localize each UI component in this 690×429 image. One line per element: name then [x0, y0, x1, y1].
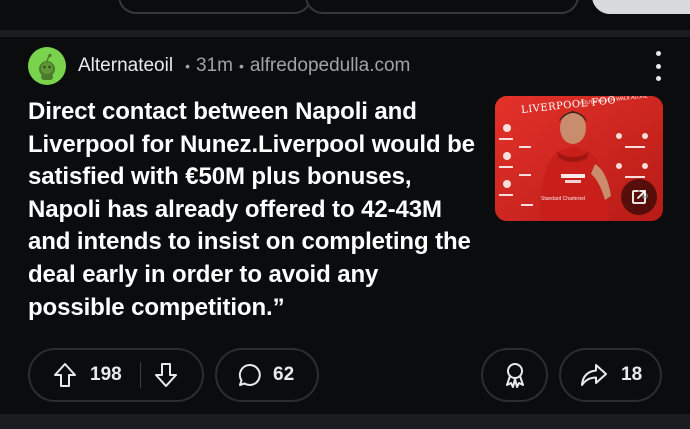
share-count: 18: [621, 364, 643, 385]
post-actions: 198 62 18: [28, 348, 662, 402]
vote-separator: [139, 362, 141, 388]
separator-dot: •: [185, 58, 190, 74]
share-arrow-icon: [579, 362, 609, 388]
separator-dot: •: [238, 58, 244, 74]
previous-post-action-pill[interactable]: [118, 0, 312, 14]
arrow-up-icon[interactable]: [52, 361, 78, 389]
previous-post-action-pill[interactable]: [305, 0, 579, 14]
external-link-icon[interactable]: [621, 179, 657, 215]
arrow-down-icon[interactable]: [153, 361, 179, 389]
comment-bubble-icon: [237, 362, 263, 388]
post-domain[interactable]: alfredopedulla.com: [250, 55, 411, 77]
previous-post-action-pill[interactable]: [592, 0, 690, 14]
snoo-avatar-icon: [39, 53, 55, 80]
feed-page: Alternateoil • 31m • alfredopedulla.com …: [0, 0, 690, 429]
post-meta: • 31m • alfredopedulla.com: [185, 55, 410, 77]
thumbnail-sponsor-text: Standard Chartered: [541, 196, 585, 202]
share-button[interactable]: 18: [559, 348, 662, 402]
post-divider: [0, 414, 690, 429]
post-divider: [0, 30, 690, 37]
more-options-icon[interactable]: [648, 49, 668, 83]
vote-control: 198: [28, 348, 204, 402]
post-thumbnail[interactable]: LIVERPOOL FOO YOU'LL NEVER WALK ALONE St…: [495, 96, 663, 221]
author-name[interactable]: Alternateoil: [78, 55, 173, 77]
avatar[interactable]: [28, 47, 66, 85]
award-icon: [502, 361, 528, 389]
comment-count: 62: [273, 364, 295, 385]
post-age: 31m: [195, 55, 233, 76]
award-button[interactable]: [481, 348, 548, 402]
comments-button[interactable]: 62: [215, 348, 319, 402]
post-title[interactable]: Direct contact between Napoli and Liverp…: [28, 96, 478, 324]
upvote-count: 198: [90, 364, 122, 385]
post-header: Alternateoil • 31m • alfredopedulla.com: [28, 47, 662, 85]
